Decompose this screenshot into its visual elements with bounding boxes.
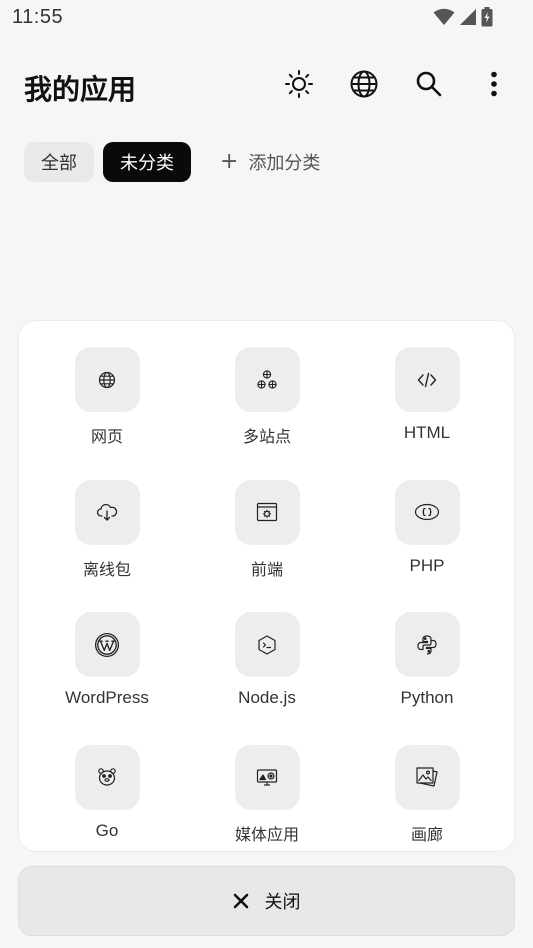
- code-icon: [417, 372, 437, 387]
- app-tile-html[interactable]: HTML: [347, 347, 507, 480]
- app-label: PHP: [409, 555, 445, 575]
- theme-toggle-button[interactable]: [281, 66, 317, 102]
- app-icon-container: [234, 347, 300, 412]
- app-icon-container: [74, 479, 140, 545]
- app-label: 多站点: [242, 427, 291, 446]
- app-tile-python[interactable]: Python: [347, 612, 507, 745]
- close-label: 关闭: [264, 892, 301, 913]
- battery-icon: [481, 7, 493, 27]
- nodejs-icon: [258, 634, 276, 655]
- app-tile-frontend[interactable]: 前端: [187, 479, 347, 613]
- status-bar: 11:55: [0, 0, 533, 36]
- plus-icon: +: [220, 149, 239, 174]
- python-icon: [417, 634, 437, 655]
- app-icon-container: [394, 347, 460, 412]
- app-label: 前端: [250, 559, 283, 579]
- media-icon: [256, 769, 278, 786]
- app-icon-container: [394, 744, 460, 810]
- sun-icon: [285, 70, 313, 98]
- app-label: Python: [400, 688, 454, 707]
- app-label: Node.js: [238, 688, 296, 707]
- app-tile-php[interactable]: PHP: [347, 479, 507, 613]
- wordpress-icon: [94, 632, 120, 657]
- apps-grid: 网页 多站点 HTML 离线包 前端 PHP WordPress Node.js…: [19, 347, 514, 852]
- app-tile-web[interactable]: 网页: [27, 347, 187, 480]
- status-time: 11:55: [12, 6, 64, 28]
- close-button[interactable]: 关闭: [18, 866, 515, 936]
- app-tile-gallery[interactable]: 画廊: [347, 744, 507, 852]
- search-button[interactable]: [411, 66, 447, 102]
- app-icon-container: [74, 347, 140, 412]
- chip-all[interactable]: 全部: [24, 142, 94, 182]
- chip-uncategorized[interactable]: 未分类: [103, 142, 191, 182]
- app-bar: 我的应用: [0, 60, 533, 108]
- app-label: HTML: [403, 423, 451, 442]
- close-icon: [233, 893, 248, 909]
- page-title: 我的应用: [24, 73, 137, 106]
- app-label: 网页: [90, 427, 123, 446]
- apps-card: 网页 多站点 HTML 离线包 前端 PHP WordPress Node.js…: [18, 320, 515, 852]
- app-tile-go[interactable]: Go: [27, 744, 187, 852]
- app-tile-offline-package[interactable]: 离线包: [27, 479, 187, 613]
- gopher-icon: [98, 768, 116, 786]
- globe-icon: [350, 70, 378, 98]
- php-icon: [414, 503, 440, 521]
- app-label: 离线包: [82, 559, 131, 579]
- search-icon: [416, 71, 442, 97]
- app-tile-media[interactable]: 媒体应用: [187, 744, 347, 852]
- app-tile-nodejs[interactable]: Node.js: [187, 612, 347, 745]
- app-icon-container: [234, 479, 300, 545]
- app-label: 媒体应用: [234, 824, 299, 844]
- more-vert-icon: [491, 71, 497, 97]
- multi-globe-icon: [257, 369, 277, 389]
- add-category-button[interactable]: + 添加分类: [200, 142, 328, 182]
- gallery-icon: [416, 767, 438, 787]
- language-button[interactable]: [346, 66, 382, 102]
- browser-window-icon: [256, 502, 278, 522]
- cloud-download-icon: [96, 503, 118, 521]
- status-icons: [433, 7, 493, 27]
- app-tile-multi-site[interactable]: 多站点: [187, 347, 347, 480]
- app-label: Go: [95, 820, 119, 840]
- app-icon-container: [234, 744, 300, 810]
- add-category-label: 添加分类: [248, 153, 321, 174]
- category-chips: 全部 未分类 + 添加分类: [24, 142, 328, 182]
- wifi-icon: [433, 8, 455, 25]
- app-label: 画廊: [410, 824, 443, 844]
- app-icon-container: [394, 612, 460, 677]
- app-label: WordPress: [65, 688, 149, 707]
- app-tile-wordpress[interactable]: WordPress: [27, 612, 187, 745]
- app-icon-container: [234, 612, 300, 677]
- more-menu-button[interactable]: [476, 66, 512, 102]
- cellular-icon: [460, 9, 476, 25]
- globe-icon: [98, 371, 116, 388]
- app-icon-container: [74, 612, 140, 677]
- app-icon-container: [394, 479, 460, 545]
- app-icon-container: [74, 744, 140, 810]
